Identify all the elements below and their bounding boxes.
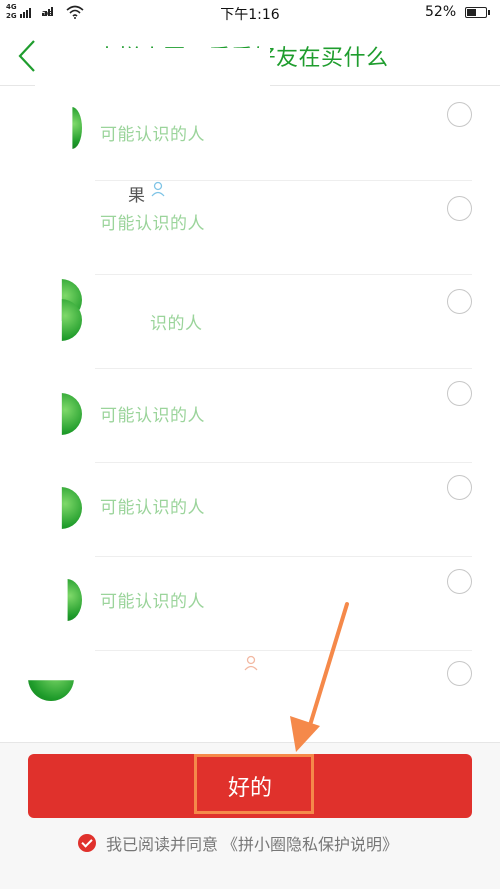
avatar — [67, 579, 82, 621]
annotation-highlight-box — [194, 754, 314, 814]
person-icon — [151, 181, 165, 197]
select-radio[interactable] — [447, 569, 472, 594]
person-icon — [244, 655, 258, 671]
list-item[interactable] — [0, 651, 500, 742]
select-radio[interactable] — [447, 475, 472, 500]
ok-button[interactable]: 好的 — [28, 754, 472, 818]
status-bar: 4G 2G 2G 下午1:16 52% — [0, 0, 500, 26]
avatar — [28, 680, 74, 701]
avatar — [61, 299, 82, 341]
list-item[interactable]: 可能认识的人 — [0, 87, 500, 181]
agree-checkbox[interactable] — [78, 834, 96, 852]
avatar — [72, 107, 82, 149]
list-item[interactable]: 可能认识的人 — [0, 557, 500, 651]
privacy-policy-link[interactable]: 《拼小圈隐私保护说明》 — [222, 831, 398, 855]
select-radio[interactable] — [447, 381, 472, 406]
redaction-mask — [35, 48, 270, 90]
select-radio[interactable] — [447, 661, 472, 686]
subtitle-label: 可能认识的人 — [100, 214, 205, 234]
subtitle-label: 可能认识的人 — [100, 125, 205, 145]
list-item[interactable]: 果 可能认识的人 — [0, 181, 500, 321]
agree-text: 我已阅读并同意 — [106, 835, 219, 854]
friend-name: 果 — [128, 186, 145, 206]
list-item[interactable]: 可能认识的人 — [0, 463, 500, 557]
bottom-panel: 好的 我已阅读并同意 《拼小圈隐私保护说明》 — [0, 742, 500, 889]
avatar — [61, 393, 82, 435]
subtitle-label: 可能认识的人 — [100, 592, 205, 612]
select-radio[interactable] — [447, 102, 472, 127]
select-radio[interactable] — [447, 196, 472, 221]
avatar — [61, 487, 82, 529]
subtitle-label: 可能认识的人 — [100, 498, 205, 518]
subtitle-label: 可能认识的人 — [100, 406, 205, 426]
friend-list[interactable]: 可能认识的人 果 可能认识的人 识的人 可能认识的人 可能认识的人 可能认识的人 — [0, 87, 500, 742]
battery-level — [467, 9, 476, 16]
subtitle-label: 识的人 — [150, 314, 203, 334]
redaction-mask — [30, 87, 270, 107]
battery-icon — [465, 7, 490, 18]
select-radio[interactable] — [447, 289, 472, 314]
privacy-agreement: 我已阅读并同意 《拼小圈隐私保护说明》 — [78, 831, 398, 855]
list-item[interactable]: 可能认识的人 — [0, 369, 500, 463]
battery-percent: 52% — [425, 4, 457, 20]
list-item[interactable]: 识的人 — [0, 275, 500, 369]
